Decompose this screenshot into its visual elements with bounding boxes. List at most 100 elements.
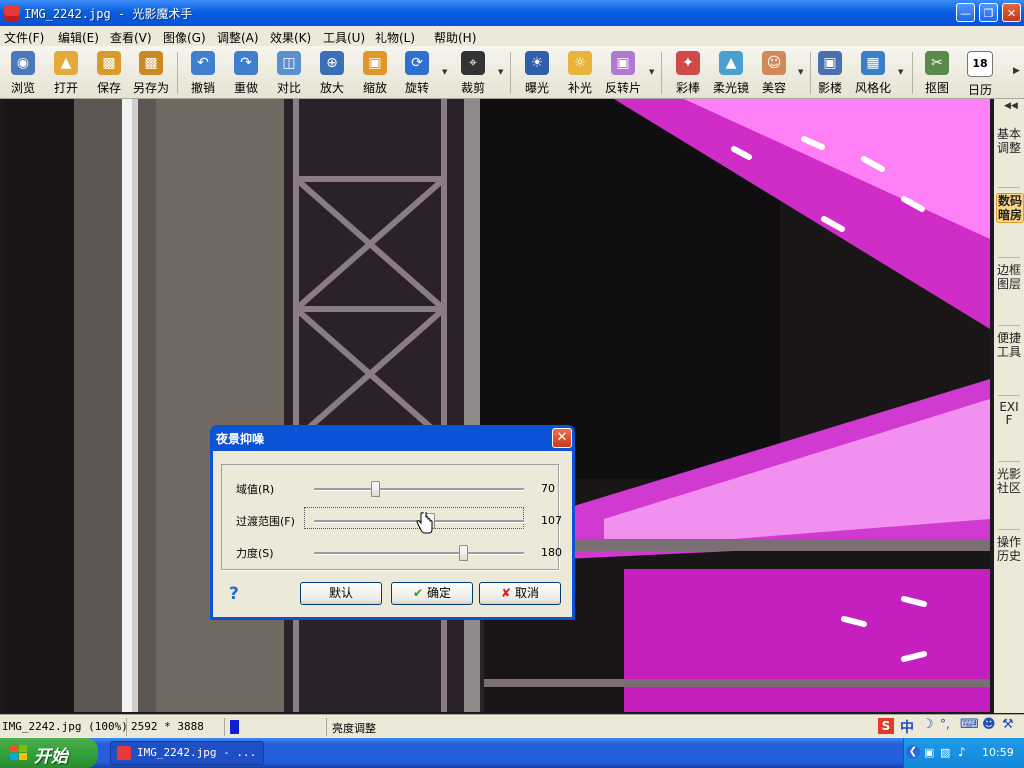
side-tab-divider	[998, 461, 1020, 462]
tool-redo[interactable]: ↷ 重做	[224, 49, 268, 97]
tool-browse[interactable]: ◉ 浏览	[1, 49, 45, 97]
menu-file[interactable]: 文件(F)	[4, 29, 44, 46]
taskbar: 开始 IMG_2242.jpg - ... ❮ ▣ ▧ ♪ 10:59	[0, 738, 1024, 768]
menu-tools[interactable]: 工具(U)	[323, 29, 365, 46]
tool-resize[interactable]: ▣ 缩放	[353, 49, 397, 97]
tool-compare[interactable]: ◫ 对比	[267, 49, 311, 97]
volume-icon[interactable]: ♪	[958, 745, 966, 759]
signal-icon[interactable]: ▧	[940, 746, 950, 759]
tool-open[interactable]: ▲ 打开	[44, 49, 88, 97]
app-icon[interactable]	[4, 5, 20, 21]
threshold-slider-thumb[interactable]	[370, 481, 380, 497]
tool-cutout[interactable]: ✂ 抠图	[915, 49, 959, 97]
side-tab-divider	[998, 395, 1020, 396]
user-icon[interactable]: ☻	[982, 717, 996, 732]
half-width-icon[interactable]: ☽	[922, 717, 934, 732]
menu-gifts[interactable]: 礼物(L)	[375, 29, 415, 46]
clock[interactable]: 10:59	[982, 746, 1014, 759]
ok-button[interactable]: ✔ 确定	[391, 582, 473, 605]
toolbar-overflow-arrow[interactable]: ▶	[1013, 66, 1020, 76]
menu-edit[interactable]: 编辑(E)	[58, 29, 99, 46]
undo-icon: ↶	[191, 51, 215, 75]
status-operation: 亮度调整	[332, 722, 376, 735]
resize-icon: ▣	[363, 51, 387, 75]
tool-studio[interactable]: ▣ 影楼	[808, 49, 852, 97]
toolbar-separator	[661, 52, 662, 94]
wrench-icon[interactable]: ⚒	[1002, 717, 1014, 732]
strength-slider-track[interactable]	[314, 552, 524, 555]
side-tab-quick-tools[interactable]: 便捷工具	[996, 331, 1022, 359]
threshold-slider-track[interactable]	[314, 488, 524, 491]
menu-effects[interactable]: 效果(K)	[270, 29, 311, 46]
tray-app-icon[interactable]: ▣	[924, 746, 934, 759]
menu-help[interactable]: 帮助(H)	[434, 29, 476, 46]
default-button[interactable]: 默认	[300, 582, 382, 605]
start-button[interactable]: 开始	[0, 738, 98, 768]
ime-mode-label[interactable]: 中	[900, 717, 914, 737]
side-tab-digital-darkroom[interactable]: 数码暗房	[996, 193, 1024, 223]
restore-button[interactable]: ❐	[979, 3, 998, 22]
side-tab-community[interactable]: 光影社区	[996, 467, 1022, 495]
tool-save-as[interactable]: ▩ 另存为	[129, 49, 173, 97]
side-tab-divider	[998, 257, 1020, 258]
ime-toolbar[interactable]: S 中 ☽ °, ⌨ ☻ ⚒	[876, 717, 1022, 737]
progress-indicator	[230, 720, 239, 734]
tool-stylize[interactable]: ▦ 风格化	[851, 49, 895, 97]
status-divider	[326, 718, 327, 736]
side-tab-divider	[998, 529, 1020, 530]
tool-rotate[interactable]: ⟳ 旋转	[395, 49, 439, 97]
reversal-dropdown-arrow[interactable]: ▼	[649, 68, 654, 76]
collapse-panel-icon[interactable]: ◀◀	[1004, 101, 1018, 111]
tool-exposure[interactable]: ☀ 曝光	[515, 49, 559, 97]
hand-cursor-icon	[416, 512, 433, 534]
tool-color-wand[interactable]: ✦ 彩棒	[666, 49, 710, 97]
punctuation-icon[interactable]: °,	[940, 717, 950, 731]
dialog-title: 夜景抑噪	[216, 432, 265, 446]
help-icon[interactable]: ?	[229, 584, 239, 604]
calendar-icon: 18	[967, 51, 993, 77]
stylize-dropdown-arrow[interactable]: ▼	[898, 68, 903, 76]
rotate-dropdown-arrow[interactable]: ▼	[442, 68, 447, 76]
strength-label: 力度(S)	[236, 547, 274, 560]
side-tab-basic-adjust[interactable]: 基本调整	[996, 127, 1022, 155]
close-button[interactable]: ✕	[1002, 3, 1021, 22]
menu-adjust[interactable]: 调整(A)	[217, 29, 259, 46]
side-tab-frame-layers[interactable]: 边框图层	[996, 263, 1022, 291]
tool-beauty[interactable]: ☺ 美容	[752, 49, 796, 97]
status-divider	[126, 718, 127, 736]
cancel-button[interactable]: ✘ 取消	[479, 582, 561, 605]
menu-view[interactable]: 查看(V)	[110, 29, 152, 46]
minimize-button[interactable]: —	[956, 3, 975, 22]
tool-reversal-film[interactable]: ▣ 反转片	[601, 49, 645, 97]
save-icon: ▩	[97, 51, 121, 75]
strength-slider-thumb[interactable]	[459, 545, 469, 561]
tool-undo[interactable]: ↶ 撤销	[181, 49, 225, 97]
fill-light-icon: ☼	[568, 51, 592, 75]
status-dimensions: 2592 * 3888	[131, 720, 204, 733]
dialog-close-button[interactable]: ✕	[552, 428, 572, 448]
image-canvas[interactable]	[4, 99, 990, 712]
photo-preview	[4, 99, 990, 712]
crop-icon: ⌖	[461, 51, 485, 75]
tool-crop[interactable]: ⌖ 裁剪	[451, 49, 495, 97]
tool-save[interactable]: ▩ 保存	[87, 49, 131, 97]
tool-calendar[interactable]: 18 日历	[958, 49, 1002, 97]
start-label: 开始	[34, 747, 68, 767]
tool-fill-light[interactable]: ☼ 补光	[558, 49, 602, 97]
taskbar-item-photo-app[interactable]: IMG_2242.jpg - ...	[110, 741, 264, 765]
slider-group: 域值(R) 70 过渡范围(F) 107 力度(S) 180	[221, 464, 562, 570]
side-tab-history[interactable]: 操作历史	[996, 535, 1022, 563]
save-as-icon: ▩	[139, 51, 163, 75]
cross-icon: ✘	[501, 586, 512, 600]
sogou-ime-icon[interactable]: S	[878, 718, 894, 734]
crop-dropdown-arrow[interactable]: ▼	[498, 68, 503, 76]
keyboard-icon[interactable]: ⌨	[960, 717, 979, 732]
status-divider	[224, 718, 225, 736]
system-tray: ❮ ▣ ▧ ♪ 10:59	[903, 738, 1024, 768]
tool-soft-filter[interactable]: ▲ 柔光镜	[709, 49, 753, 97]
tool-zoom-in[interactable]: ⊕ 放大	[310, 49, 354, 97]
menu-image[interactable]: 图像(G)	[163, 29, 206, 46]
beauty-dropdown-arrow[interactable]: ▼	[798, 68, 803, 76]
side-tab-exif[interactable]: EXIF	[996, 401, 1022, 427]
tray-expand-icon[interactable]: ❮	[906, 745, 920, 759]
